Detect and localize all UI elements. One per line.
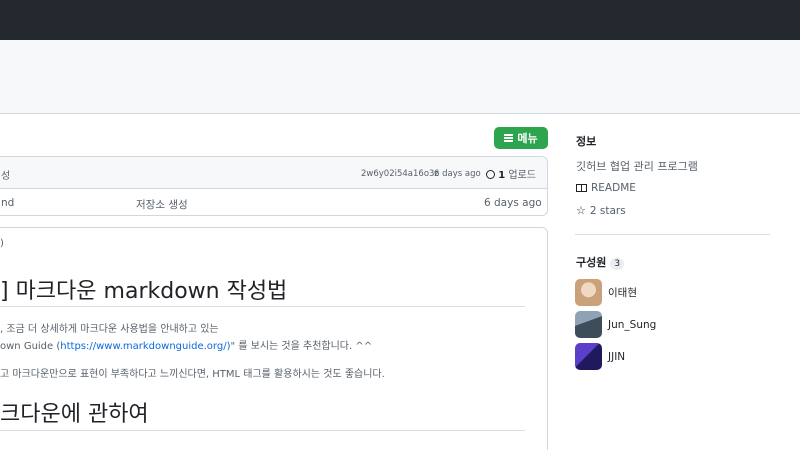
menu-button[interactable]: 메뉴 [494, 127, 548, 149]
about-title: 정보 [576, 135, 597, 148]
readme-fragment: ) [0, 238, 4, 249]
member-name[interactable]: JJIN [608, 351, 625, 363]
top-navigation-bar [0, 0, 800, 40]
file-list: 성 2w6y02i54a16o3z 6 days ago 1 업로드 nd 저장… [0, 156, 548, 216]
readme-paragraph-1-line-2: own Guide (https://www.markdownguide.org… [0, 337, 372, 352]
members-count: 3 [610, 258, 625, 270]
commit-hash[interactable]: 2w6y02i54a16o3z [361, 169, 439, 179]
avatar[interactable] [575, 311, 602, 338]
heading-divider [0, 306, 525, 307]
members-title-label: 구성원 [576, 256, 607, 269]
members-title: 구성원 3 [576, 254, 625, 270]
menu-button-label: 메뉴 [517, 132, 538, 145]
file-name[interactable]: nd [1, 197, 14, 209]
avatar[interactable] [575, 279, 602, 306]
commit-time: 6 days ago [434, 169, 481, 179]
guide-text-pre: own Guide ( [0, 341, 61, 352]
readme-paragraph-2: 고 마크다운만으로 표현이 부족하다고 느끼신다면, HTML 태그를 활용하시… [0, 369, 385, 380]
member-name[interactable]: 이태현 [608, 285, 637, 300]
hamburger-icon [504, 134, 514, 142]
readme-heading-2: 크다운에 관하여 [0, 402, 149, 427]
upload-history-link[interactable]: 1 업로드 [486, 166, 536, 181]
avatar[interactable] [575, 343, 602, 370]
file-commit-time: 6 days ago [484, 197, 542, 209]
guide-text-post: " 를 보시는 것을 추천합니다. ^^ [230, 341, 373, 352]
upload-label: 업로드 [508, 170, 536, 181]
book-icon [576, 184, 587, 192]
stars-link[interactable]: ☆ 2 stars [576, 204, 626, 217]
readme-heading-1: ] 마크다운 markdown 작성법 [0, 279, 288, 304]
latest-commit-bar: 성 2w6y02i54a16o3z 6 days ago 1 업로드 [0, 157, 547, 189]
commit-message-fragment: 성 [1, 171, 11, 182]
repository-header [0, 40, 800, 114]
file-commit-message[interactable]: 저장소 생성 [136, 197, 188, 212]
member-item[interactable]: JJIN [575, 343, 625, 370]
heading-divider [0, 430, 525, 431]
markdown-guide-link[interactable]: https://www.markdownguide.org/) [60, 341, 230, 352]
stars-label: 2 stars [589, 204, 626, 217]
repository-description: 깃허브 협업 관리 프로그램 [576, 160, 698, 173]
file-row[interactable]: nd 저장소 생성 6 days ago [0, 189, 547, 215]
upload-count: 1 [498, 170, 506, 181]
readme-paragraph-1-line-1: , 조금 더 상세하게 마크다운 사용법을 안내하고 있는 [0, 324, 219, 335]
member-item[interactable]: 이태현 [575, 279, 637, 306]
star-icon: ☆ [576, 204, 586, 217]
readme-label: README [591, 182, 636, 194]
member-name[interactable]: Jun_Sung [608, 319, 656, 331]
readme-link[interactable]: README [576, 182, 636, 194]
member-item[interactable]: Jun_Sung [575, 311, 656, 338]
sidebar-divider [575, 234, 770, 235]
clock-icon [486, 170, 495, 179]
